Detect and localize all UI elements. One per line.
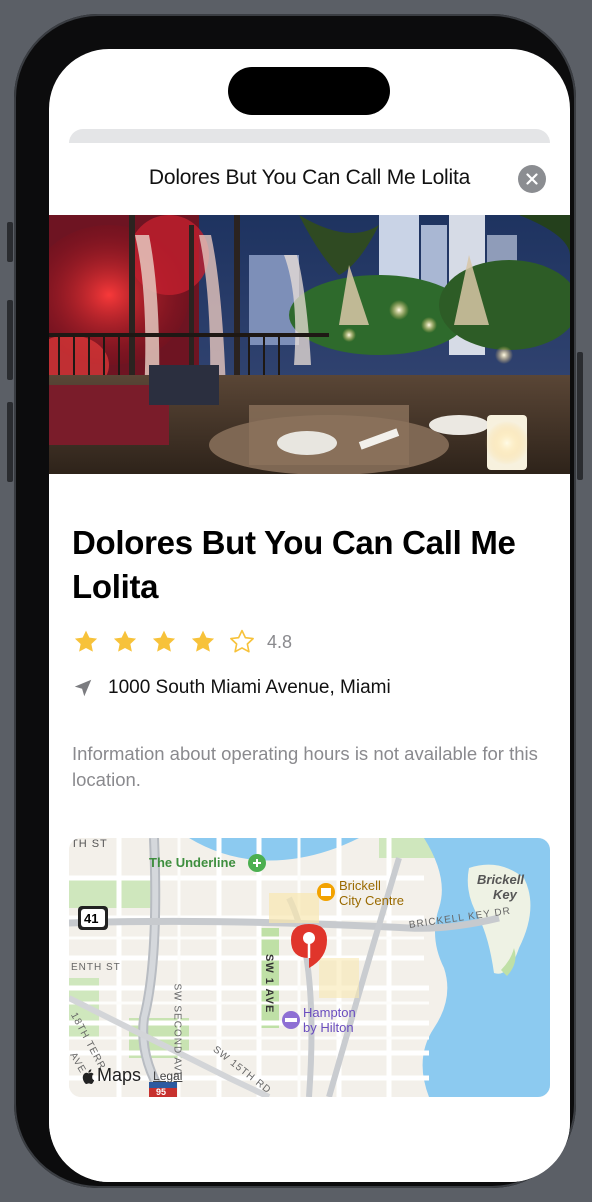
maps-brand-text: Maps <box>97 1065 142 1085</box>
screen: Dolores But You Can Call Me Lolita Dolor… <box>49 49 570 1182</box>
hours-note: Information about operating hours is not… <box>72 743 538 790</box>
phone-frame: Dolores But You Can Call Me Lolita Dolor… <box>14 14 576 1188</box>
map-label-brickell-key-2: Key <box>493 887 517 902</box>
map-label-route-41: 41 <box>84 911 99 926</box>
close-button[interactable] <box>518 165 546 193</box>
map-label-hampton-2: by Hilton <box>303 1020 354 1035</box>
sheet-header-title: Dolores But You Can Call Me Lolita <box>148 166 471 189</box>
dynamic-island <box>228 67 390 115</box>
star-icon <box>191 630 215 652</box>
volume-down-button <box>7 402 13 482</box>
address-row[interactable]: 1000 South Miami Avenue, Miami <box>72 677 391 699</box>
map-label-brickell-city-1: Brickell <box>339 878 381 893</box>
star-icon <box>113 630 137 652</box>
star-icon <box>74 630 98 652</box>
apple-logo-icon <box>82 1068 95 1084</box>
map-label-underline: The Underline <box>149 855 236 870</box>
map-label-i95: 95 <box>156 1087 167 1097</box>
action-button <box>7 222 13 262</box>
volume-up-button <box>7 300 13 380</box>
map-label-th-st: TH ST <box>71 838 108 850</box>
location-arrow-icon <box>74 679 92 697</box>
rating-row: 4.8 <box>72 628 292 656</box>
map-view[interactable]: TH ST The Underline Brickell City Centre… <box>69 838 550 1097</box>
map-label-hampton-1: Hampton <box>303 1005 356 1020</box>
legal-link[interactable]: Legal <box>153 1069 182 1083</box>
place-photo <box>49 215 570 474</box>
address-text: 1000 South Miami Avenue, Miami <box>108 677 391 698</box>
rating-value: 4.8 <box>267 631 293 652</box>
place-title: Dolores But You Can Call Me Lolita <box>72 524 516 605</box>
map-label-brickell-city-2: City Centre <box>339 893 405 908</box>
power-button <box>577 352 583 480</box>
map-label-enth-st: ENTH ST <box>71 962 121 973</box>
close-icon <box>526 173 538 185</box>
map-label-brickell-key-1: Brickell <box>477 872 524 887</box>
star-icon <box>152 630 176 652</box>
maps-attribution: Maps Legal <box>82 1065 182 1086</box>
star-outline-icon <box>230 629 254 653</box>
map-label-sw-1-ave: SW 1 AVE <box>263 954 275 1014</box>
